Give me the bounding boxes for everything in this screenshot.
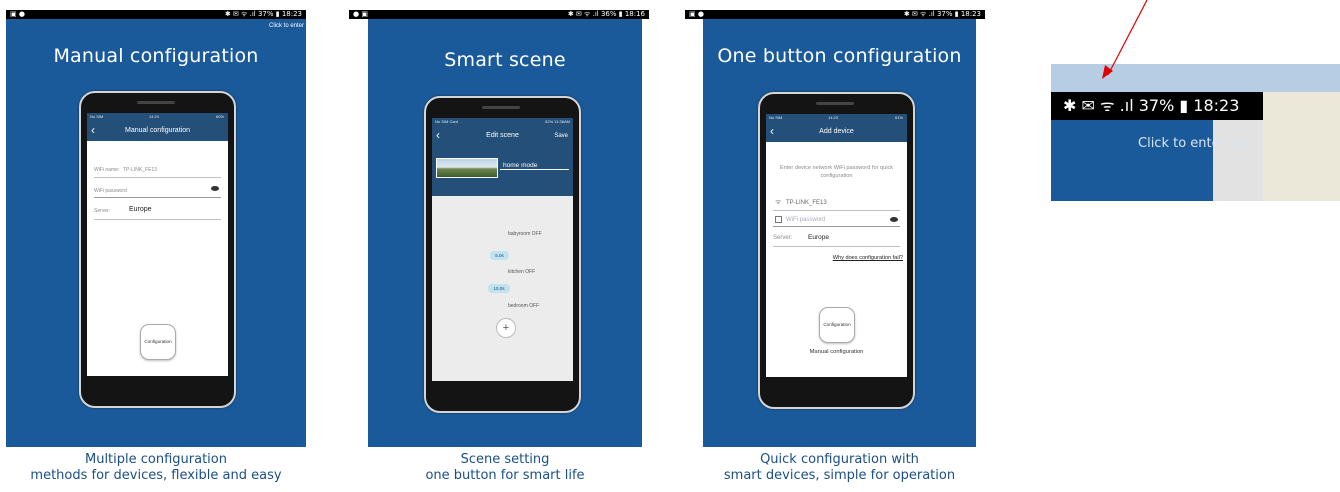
server-dropdown[interactable]: Europe — [129, 206, 152, 213]
wifi-name-value: TP-LINK_FE13 — [123, 167, 157, 173]
slide-heading: One button configuration — [717, 45, 962, 67]
phone-screen: No SIM 14:23 61% Add device ‹ Enter devi… — [766, 114, 907, 377]
divider — [94, 219, 221, 220]
click-to-enter-link[interactable]: Click to enter >> — [1138, 136, 1251, 151]
phone-mockup: No SIM 14:24 60% Manual configuration ‹ … — [79, 91, 236, 408]
arrow-head — [1102, 65, 1113, 79]
scene-action-item[interactable]: babyroom OFF — [508, 231, 542, 237]
status-bar: ▣ ● ✱ ✉ ᯤ .ıl 37% ▮ 18:23 — [6, 10, 306, 19]
zoomed-status-bar: ✱ ✉ ᯤ .ıl 37% ▮ 18:23 — [1051, 92, 1263, 120]
status-indicators: ✱ ✉ ᯤ .ıl 36% ▮ 18:16 — [567, 10, 645, 18]
status-bar: ▣ ● ✱ ✉ ᯤ .ıl 37% ▮ 18:23 — [685, 10, 985, 19]
delay-badge[interactable]: 5.0s — [490, 251, 509, 260]
inset-beige-block — [1263, 92, 1340, 201]
save-button[interactable]: Save — [554, 133, 568, 139]
phone-status-bar: No SIM Card 62% 11:36AM — [432, 118, 573, 125]
show-password-eye-icon[interactable] — [890, 217, 898, 222]
red-arrow-annotation — [1102, 0, 1148, 79]
arrow-shaft — [1107, 0, 1148, 76]
slide-heading: Smart scene — [444, 49, 566, 71]
phone-mockup: No SIM 14:23 61% Add device ‹ Enter devi… — [758, 92, 915, 409]
notification-icons: ▣ ● — [10, 10, 25, 18]
click-to-enter-link[interactable]: Click to enter — [269, 23, 304, 29]
scene-name-input[interactable]: home mode — [500, 162, 569, 170]
scene-action-item[interactable]: kitchen OFF — [508, 269, 535, 275]
back-arrow-icon[interactable]: ‹ — [770, 121, 782, 142]
app-title-bar: Edit scene — [432, 125, 573, 146]
inset-gray-block — [1213, 120, 1263, 201]
scene-landscape-image[interactable] — [436, 158, 498, 178]
configuration-button[interactable]: Configuration — [140, 324, 176, 360]
phone-screen: No SIM 14:24 60% Manual configuration ‹ … — [87, 113, 228, 376]
wifi-name-value: TP-LINK_FE13 — [786, 200, 827, 206]
configuration-instruction: Enter device network WiFi password for q… — [779, 165, 894, 179]
server-label: Server: — [94, 208, 111, 214]
screenshot-manual-configuration: ▣ ● ✱ ✉ ᯤ .ıl 37% ▮ 18:23 Click to enter… — [6, 10, 306, 492]
divider — [773, 210, 900, 211]
wifi-password-input[interactable]: WiFi password — [94, 188, 127, 194]
divider — [94, 197, 221, 198]
scene-action-item[interactable]: bedroom OFF — [508, 303, 539, 309]
phone-speaker — [816, 102, 854, 105]
status-bar: ● ▣ ✱ ✉ ᯤ .ıl 36% ▮ 18:16 — [349, 10, 649, 19]
notification-icons: ▣ ● — [689, 10, 704, 18]
intro-slide: Click to enter Manual configuration No S… — [6, 19, 306, 447]
intro-slide: Smart scene No SIM Card 62% 11:36AM Edit… — [368, 19, 642, 447]
server-label: Server: — [773, 235, 793, 241]
wifi-password-input[interactable]: WiFi password — [786, 217, 825, 223]
divider — [94, 177, 221, 178]
divider — [773, 246, 900, 247]
slide-caption: Scene setting one button for smart life — [425, 452, 585, 483]
slide-caption: Quick configuration with smart devices, … — [723, 452, 956, 483]
phone-speaker — [482, 106, 520, 109]
phone-speaker — [137, 101, 175, 104]
divider — [773, 226, 900, 227]
status-indicators: ✱ ✉ ᯤ .ıl 37% ▮ 18:23 — [903, 10, 981, 18]
server-dropdown[interactable]: Europe — [808, 234, 829, 241]
status-indicators: ✱ ✉ ᯤ .ıl 37% ▮ 18:23 — [224, 10, 302, 18]
app-title-bar: Add device — [766, 121, 907, 142]
back-arrow-icon[interactable]: ‹ — [91, 120, 103, 141]
screenshot-one-button-configuration: ▣ ● ✱ ✉ ᯤ .ıl 37% ▮ 18:23 One button con… — [685, 10, 985, 492]
add-action-button[interactable]: + — [496, 318, 516, 338]
phone-mockup: No SIM Card 62% 11:36AM Edit scene ‹ Sav… — [424, 96, 581, 413]
notification-icons: ● ▣ — [353, 10, 368, 18]
slide-heading: Manual configuration — [53, 45, 259, 67]
why-configuration-fail-link[interactable]: Why does configuration fail? — [833, 255, 903, 261]
lock-icon — [775, 216, 782, 223]
show-password-eye-icon[interactable] — [211, 186, 219, 191]
app-title-bar: Manual configuration — [87, 120, 228, 141]
phone-screen: No SIM Card 62% 11:36AM Edit scene ‹ Sav… — [432, 118, 573, 381]
wifi-icon: ᯤ — [775, 199, 782, 206]
intro-slide: One button configuration No SIM 14:23 61… — [703, 19, 976, 447]
manual-configuration-link[interactable]: Manual configuration — [766, 349, 907, 355]
slide-caption: Multiple configuration methods for devic… — [30, 452, 282, 483]
phone-status-bar: No SIM 14:24 60% — [87, 113, 228, 120]
back-arrow-icon[interactable]: ‹ — [436, 125, 448, 146]
delay-badge[interactable]: 10.0s — [488, 284, 510, 293]
phone-status-bar: No SIM 14:23 61% — [766, 114, 907, 121]
wifi-name-label: WiFi name: — [94, 167, 120, 173]
configuration-button[interactable]: Configuration — [819, 307, 855, 343]
screenshot-smart-scene: ● ▣ ✱ ✉ ᯤ .ıl 36% ▮ 18:16 Smart scene No… — [349, 10, 649, 492]
